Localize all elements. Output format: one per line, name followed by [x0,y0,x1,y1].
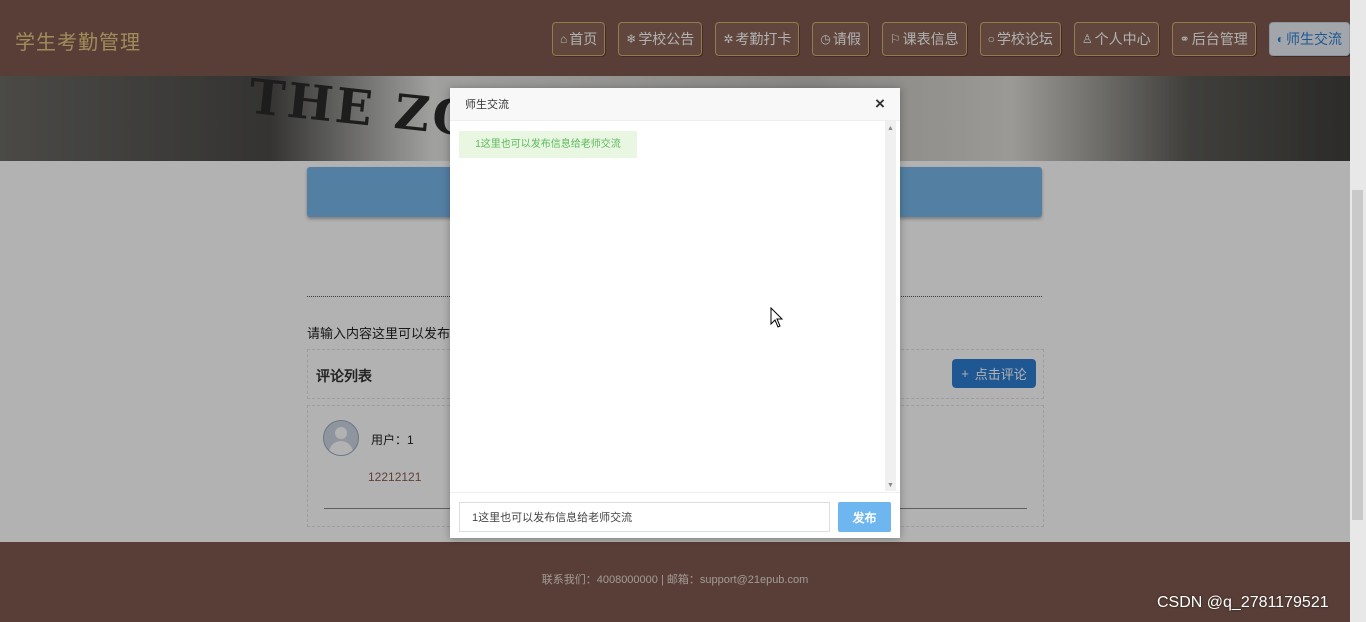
watermark: CSDN @q_2781179521 [1157,594,1329,611]
scroll-up-icon[interactable]: ▲ [887,125,894,132]
page-scrollbar-thumb[interactable] [1352,190,1363,520]
message-list[interactable]: 1这里也可以发布信息给老师交流 [450,121,884,491]
scroll-down-icon[interactable]: ▼ [887,482,894,489]
page-scrollbar[interactable] [1350,0,1366,622]
chat-dialog: 师生交流 × 1这里也可以发布信息给老师交流 ▲ ▼ 发布 [450,88,900,538]
message-input[interactable] [459,502,830,532]
close-icon[interactable]: × [875,94,885,114]
mouse-cursor-icon [770,307,784,328]
message-scrollbar[interactable]: ▲ ▼ [885,121,896,491]
message-bubble: 1这里也可以发布信息给老师交流 [459,131,637,158]
send-button[interactable]: 发布 [838,502,891,532]
dialog-footer: 发布 [450,492,900,539]
page: 学生考勤管理 ⌂ 首页 ❄ 学校公告 ✲ 考勤打卡 ◷ 请假 ⚐ 课表信息 ○ 学校论坛 ♙… [0,0,1350,622]
dialog-title: 师生交流 [465,99,509,111]
dialog-header: 师生交流 × [450,88,900,121]
